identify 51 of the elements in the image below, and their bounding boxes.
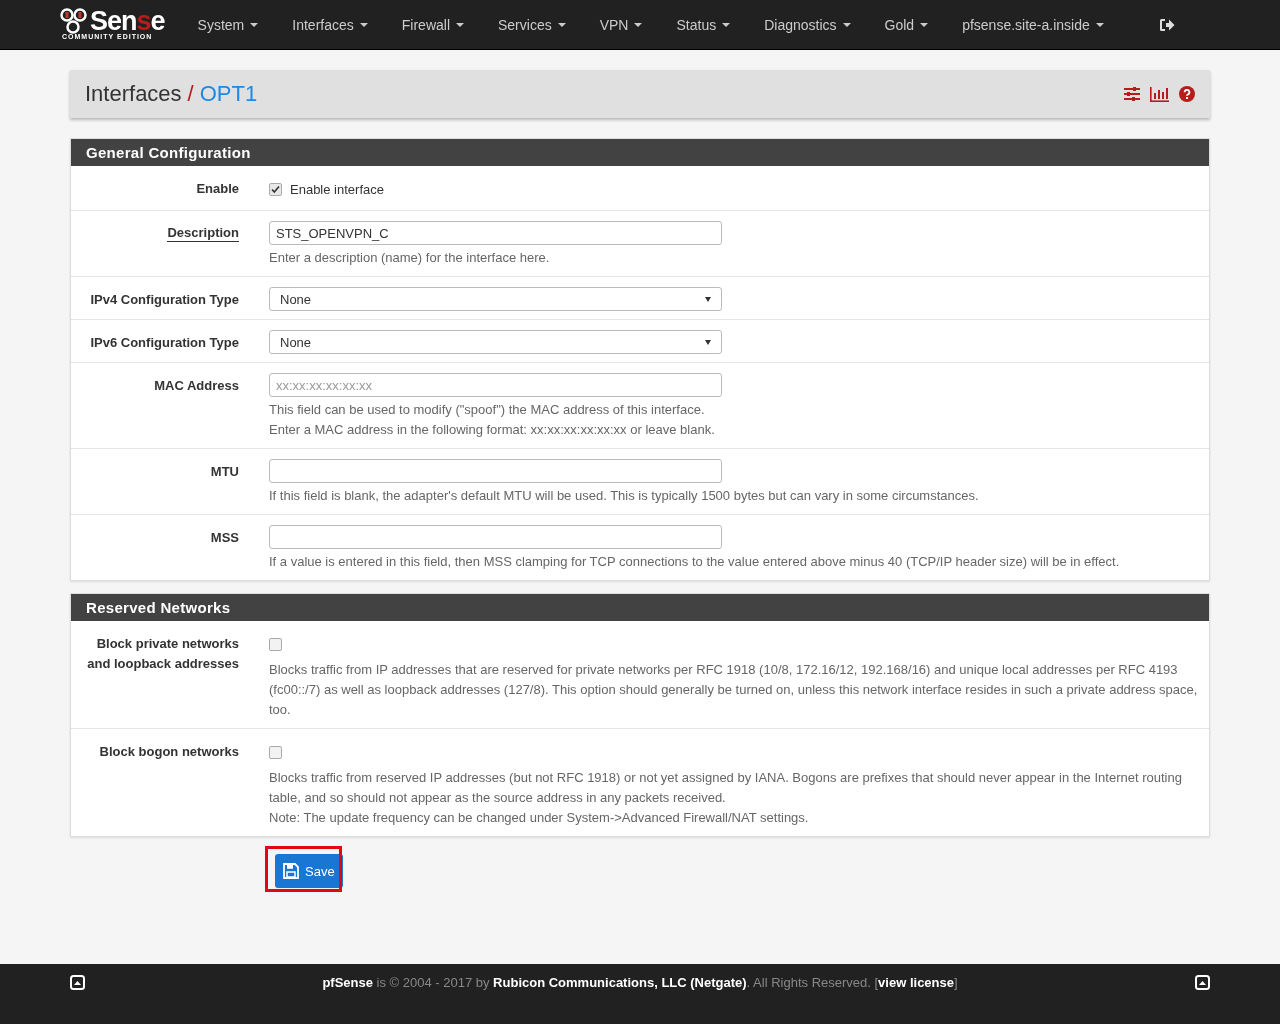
logout-icon[interactable]	[1158, 18, 1175, 32]
help-text: Enter a MAC address in the following format: xx:xx:xx:xx:xx:xx or leave blank.	[269, 421, 716, 439]
field-label: Block bogon networks	[99, 743, 239, 761]
logo-icon	[60, 7, 90, 35]
checkbox[interactable]	[269, 182, 282, 196]
help-icon[interactable]	[1179, 86, 1195, 102]
scroll-up-icon[interactable]	[70, 975, 85, 990]
sliders-icon[interactable]	[1124, 87, 1140, 101]
nav-menu[interactable]: Interfaces	[275, 0, 385, 50]
nav-menu[interactable]: VPN	[582, 0, 660, 50]
nav-menu[interactable]: Services	[481, 0, 583, 50]
section-heading: Reserved Networks	[71, 594, 1209, 621]
nav-menu[interactable]: System	[180, 0, 276, 50]
field-label: Description	[167, 224, 239, 242]
nav-menu[interactable]: Status	[659, 0, 748, 50]
field-label: MAC Address	[154, 377, 239, 395]
field-label: IPv6 Configuration Type	[90, 334, 239, 352]
breadcrumb-parent: Interfaces	[85, 81, 182, 107]
save-button[interactable]: Save	[275, 854, 343, 888]
checkbox[interactable]	[269, 745, 282, 759]
field-label: Block private networks and loopback addresses	[86, 635, 239, 673]
save-icon	[283, 863, 299, 879]
scroll-up-icon[interactable]	[1195, 975, 1210, 990]
field-label: MSS	[210, 529, 239, 547]
help-text: Blocks traffic from IP addresses that are reserved for private networks per RFC 1918 (10/8, 172.16/12, 192.168/16) and unique local addresses per RFC 4193 (fc00::/7) as well as loopback addresses (127/8). This option should generally be turned on, unless this network interface resides in such a private address space, too.	[269, 661, 1199, 719]
breadcrumb-separator: /	[187, 81, 194, 107]
text-field[interactable]	[269, 525, 722, 549]
help-text: Blocks traffic from reserved IP addresses (but not RFC 1918) or not yet assigned by IANA. Bogons are prefixes that should never appear in the Internet routing table, and so should not appear as the source address in any packets received.	[269, 769, 1183, 807]
help-text: This field can be used to modify ("spoof") the MAC address of this interface.	[269, 401, 706, 419]
nav-menu[interactable]: Gold	[867, 0, 946, 50]
select-dropdown[interactable]: None	[269, 330, 722, 354]
help-text: Note: The update frequency can be changed under System->Advanced Firewall/NAT settings.	[269, 809, 810, 827]
checkbox-label: Enable interface	[290, 181, 384, 197]
nav-menu[interactable]: Firewall	[384, 0, 481, 50]
nav-menu[interactable]: pfsense.site-a.inside	[945, 0, 1121, 50]
bar-chart-icon[interactable]	[1150, 86, 1169, 102]
section-heading: General Configuration	[71, 139, 1209, 166]
help-text: If this field is blank, the adapter's default MTU will be used. This is typically 1500 bytes but can vary in some circumstances.	[269, 487, 980, 505]
text-field[interactable]: xx:xx:xx:xx:xx:xx	[269, 373, 722, 397]
text-field[interactable]: STS_OPENVPN_C	[269, 221, 722, 245]
field-label: Enable	[196, 180, 239, 198]
checkbox[interactable]	[269, 637, 282, 651]
logo-wordmark: Sense	[90, 9, 165, 33]
text-field[interactable]	[269, 459, 722, 483]
help-text: Enter a description (name) for the interface here.	[269, 249, 551, 267]
select-dropdown[interactable]: None	[269, 287, 722, 311]
field-label: MTU	[210, 463, 239, 481]
nav-menu[interactable]: Diagnostics	[747, 0, 868, 50]
copyright-text: pfSense is © 2004 - 2017 by Rubicon Communications, LLC (Netgate). All Rights Reserved. [view license]	[322, 975, 958, 990]
help-text: If a value is entered in this field, then MSS clamping for TCP connections to the value entered above minus 40 (TCP/IP header size) will be in effect.	[269, 553, 1121, 571]
field-label: IPv4 Configuration Type	[90, 291, 239, 309]
